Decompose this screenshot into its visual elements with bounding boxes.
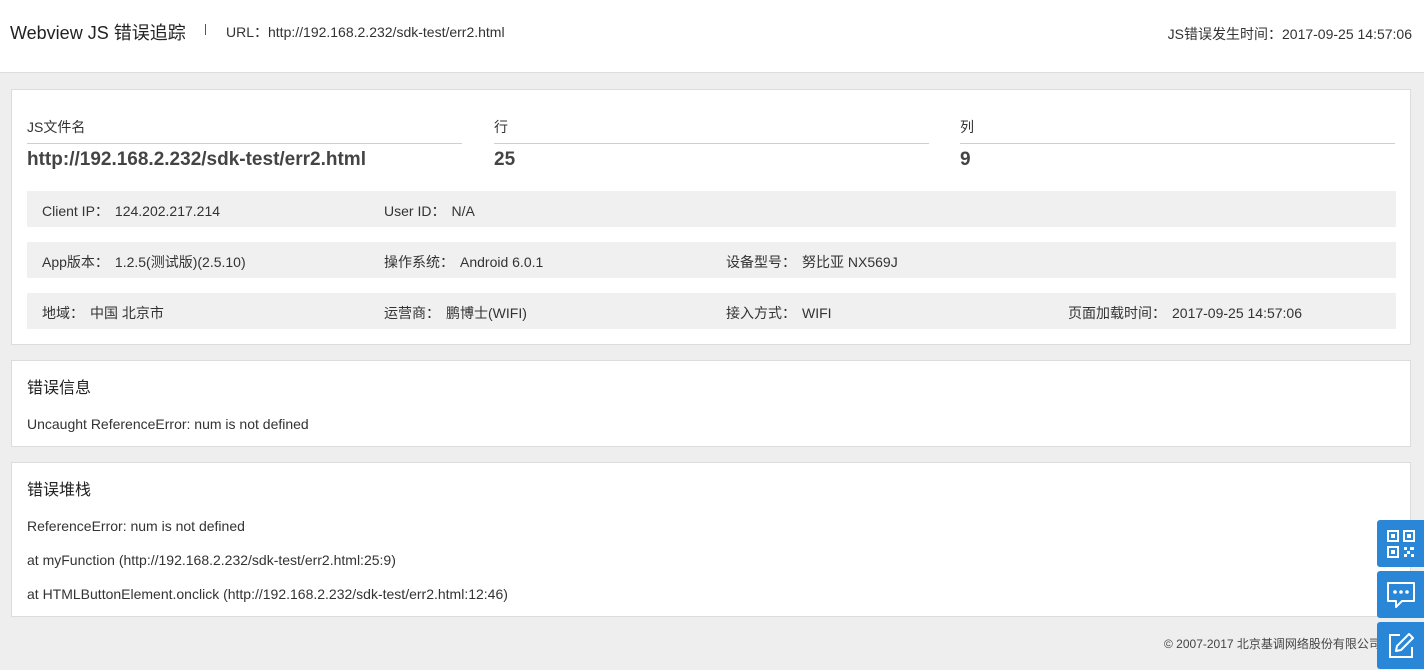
field-value: 1.2.5(测试版)(2.5.10) xyxy=(114,254,246,270)
field-key: App版本： xyxy=(42,254,109,270)
error-message: Uncaught ReferenceError: num is not defi… xyxy=(27,416,309,432)
field-value: 124.202.217.214 xyxy=(114,203,221,219)
app-version-field: App版本： 1.2.5(测试版)(2.5.10) xyxy=(42,252,246,272)
client-ip-field: Client IP： 124.202.217.214 xyxy=(42,201,220,221)
header-divider xyxy=(205,24,206,35)
user-id-field: User ID： N/A xyxy=(384,201,475,221)
line-value: 25 xyxy=(494,149,516,170)
qrcode-icon xyxy=(1386,529,1415,558)
error-stack-title: 错误堆栈 xyxy=(27,482,92,499)
error-info-title: 错误信息 xyxy=(27,380,92,397)
chat-button[interactable] xyxy=(1377,571,1424,618)
footer-copyright: © 2007-2017 北京基调网络股份有限公司 xyxy=(1164,637,1381,651)
access-type-field: 接入方式： WIFI xyxy=(726,303,832,323)
column-label: 列 xyxy=(960,117,1395,144)
field-key: 运营商： xyxy=(384,305,440,321)
edit-icon xyxy=(1388,632,1414,658)
info-row: Client IP： 124.202.217.214 User ID： N/A xyxy=(27,191,1396,227)
field-key: 操作系统： xyxy=(384,254,454,270)
field-key: 设备型号： xyxy=(726,254,796,270)
page-load-time-field: 页面加载时间： 2017-09-25 14:57:06 xyxy=(1068,303,1302,323)
field-value: N/A xyxy=(451,203,475,219)
column-value: 9 xyxy=(960,149,971,170)
error-summary-panel: JS文件名 http://192.168.2.232/sdk-test/err2… xyxy=(11,89,1411,345)
qrcode-button[interactable] xyxy=(1377,520,1424,567)
feedback-button[interactable] xyxy=(1377,622,1424,669)
column-block: 列 9 xyxy=(960,117,1395,171)
info-row: 地域： 中国 北京市 运营商： 鹏博士(WIFI) 接入方式： WIFI 页面加载时间… xyxy=(27,293,1396,329)
stack-line: ReferenceError: num is not defined xyxy=(27,518,245,534)
page-url: URL：http://192.168.2.232/sdk-test/err2.h… xyxy=(226,24,505,40)
error-info-panel: 错误信息 Uncaught ReferenceError: num is not… xyxy=(11,360,1411,447)
field-value: WIFI xyxy=(802,305,832,321)
field-key: 接入方式： xyxy=(726,305,796,321)
top-header: Webview JS 错误追踪 URL：http://192.168.2.232… xyxy=(0,0,1424,73)
stack-line: at HTMLButtonElement.onclick (http://192… xyxy=(27,586,508,602)
chat-icon xyxy=(1386,581,1415,608)
carrier-field: 运营商： 鹏博士(WIFI) xyxy=(384,303,527,323)
field-value: Android 6.0.1 xyxy=(460,254,544,270)
os-field: 操作系统： Android 6.0.1 xyxy=(384,252,543,272)
error-stack-panel: 错误堆栈 ReferenceError: num is not defined … xyxy=(11,462,1411,617)
line-block: 行 25 xyxy=(494,117,929,171)
info-row: App版本： 1.2.5(测试版)(2.5.10) 操作系统： Android 6.… xyxy=(27,242,1396,278)
field-key: Client IP： xyxy=(42,203,109,219)
file-name-value: http://192.168.2.232/sdk-test/err2.html xyxy=(27,149,366,170)
region-field: 地域： 中国 北京市 xyxy=(42,303,164,323)
file-name-label: JS文件名 xyxy=(27,117,462,144)
page-title: Webview JS 错误追踪 xyxy=(10,23,186,43)
field-value: 2017-09-25 14:57:06 xyxy=(1172,305,1302,321)
field-value: 中国 北京市 xyxy=(90,305,164,321)
field-key: User ID： xyxy=(384,203,446,219)
stack-line: at myFunction (http://192.168.2.232/sdk-… xyxy=(27,552,396,568)
line-label: 行 xyxy=(494,117,929,144)
field-value: 鹏博士(WIFI) xyxy=(446,305,527,321)
error-time: JS错误发生时间：2017-09-25 14:57:06 xyxy=(1167,26,1412,42)
field-value: 努比亚 NX569J xyxy=(802,254,898,270)
file-name-block: JS文件名 http://192.168.2.232/sdk-test/err2… xyxy=(27,117,462,171)
field-key: 地域： xyxy=(42,305,84,321)
field-key: 页面加载时间： xyxy=(1068,305,1166,321)
device-model-field: 设备型号： 努比亚 NX569J xyxy=(726,252,898,272)
